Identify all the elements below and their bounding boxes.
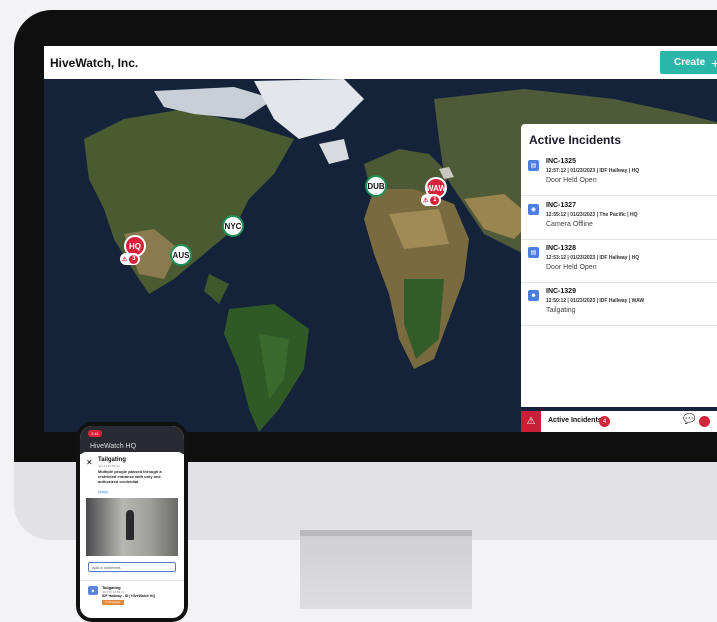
monitor-stand bbox=[300, 530, 472, 609]
alert-count: 1 bbox=[430, 195, 440, 205]
site-alert-waw[interactable]: ⚠ 1 bbox=[421, 194, 442, 206]
bottom-bar-label: Active Incidents bbox=[548, 417, 602, 424]
map-attribution: mapbox bbox=[44, 431, 70, 432]
incident-meta: 12:57:12 | 01/23/2023 | IDF Hallway | HQ bbox=[546, 168, 640, 174]
incident-id: INC-1327 bbox=[546, 202, 576, 209]
app-screen: HiveWatch, Inc. Create + HQ ⚠ 3 AUS NYC … bbox=[44, 46, 717, 432]
site-pin-dub[interactable]: DUB bbox=[365, 175, 387, 197]
camera-icon: ◉ bbox=[528, 204, 539, 215]
phone-screen: 2:41 HiveWatch HQ ✕ Tailgating Jan 23 12… bbox=[80, 426, 184, 618]
incident-type: Tailgating bbox=[546, 307, 576, 314]
incidents-bottom-bar[interactable]: ⚠ Active Incidents 4 💬 bbox=[521, 411, 717, 432]
create-label: Create bbox=[674, 57, 706, 68]
plus-icon: + bbox=[711, 54, 717, 71]
person-icon: ☻ bbox=[88, 586, 98, 595]
incident-type: Door Held Open bbox=[546, 177, 597, 184]
person-icon: ☻ bbox=[528, 290, 539, 301]
incident-type: Door Held Open bbox=[546, 264, 597, 271]
warning-icon: ⚠ bbox=[521, 411, 541, 432]
stand-shadow bbox=[300, 530, 472, 536]
site-code: DUB bbox=[367, 181, 385, 191]
top-bar: HiveWatch, Inc. Create + bbox=[44, 46, 717, 79]
sheet-date: Jan 23 12:50:12 bbox=[98, 464, 120, 468]
warning-icon: ⚠ bbox=[423, 197, 429, 204]
site-code: AUS bbox=[172, 250, 190, 260]
create-button[interactable]: Create + bbox=[660, 51, 717, 74]
incident-count-badge: 4 bbox=[599, 416, 610, 427]
panel-title: Active Incidents bbox=[529, 133, 622, 147]
divider bbox=[80, 580, 184, 581]
notification-dot bbox=[699, 416, 710, 427]
sheet-title: Tailgating bbox=[98, 457, 126, 463]
warning-icon: ⚠ bbox=[122, 256, 128, 263]
status-badge: In Progress bbox=[102, 600, 124, 605]
incident-row[interactable]: ▤ INC-1325 12:57:12 | 01/23/2023 | IDF H… bbox=[521, 155, 717, 196]
close-icon[interactable]: ✕ bbox=[86, 458, 93, 467]
site-pin-nyc[interactable]: NYC bbox=[222, 215, 244, 237]
alert-count: 3 bbox=[129, 254, 139, 264]
person-figure bbox=[126, 510, 134, 540]
site-code: WAW bbox=[426, 183, 446, 193]
incident-row[interactable]: ▤ INC-1328 12:53:12 | 01/23/2023 | IDF H… bbox=[521, 242, 717, 283]
site-alert-hq[interactable]: ⚠ 3 bbox=[120, 253, 141, 265]
site-pin-aus[interactable]: AUS bbox=[170, 244, 192, 266]
incident-meta: 12:50:12 | 01/23/2023 | IDF Hallway | WA… bbox=[546, 298, 645, 304]
incident-id: INC-1325 bbox=[546, 158, 576, 165]
site-code: NYC bbox=[224, 221, 242, 231]
camera-snapshot[interactable] bbox=[86, 498, 178, 556]
incident-row[interactable]: ☻ INC-1329 12:50:12 | 01/23/2023 | IDF H… bbox=[521, 285, 717, 326]
comment-input[interactable]: Add a comment... bbox=[88, 562, 176, 572]
incident-row[interactable]: ◉ INC-1327 12:55:12 | 01/23/2023 | The P… bbox=[521, 199, 717, 240]
chat-icon[interactable]: 💬 bbox=[683, 414, 695, 425]
site-code: HQ bbox=[129, 241, 141, 251]
sheet-description: Multiple people passed through a restric… bbox=[98, 469, 162, 484]
door-icon: ▤ bbox=[528, 160, 539, 171]
incident-id: INC-1328 bbox=[546, 245, 576, 252]
incident-detail-sheet: ✕ Tailgating Jan 23 12:50:12 Multiple pe… bbox=[80, 452, 184, 618]
phone: 2:41 HiveWatch HQ ✕ Tailgating Jan 23 12… bbox=[76, 422, 188, 622]
incident-id: INC-1329 bbox=[546, 288, 576, 295]
app-title: HiveWatch, Inc. bbox=[50, 56, 139, 70]
door-icon: ▤ bbox=[528, 247, 539, 258]
incident-meta: 12:53:12 | 01/23/2023 | IDF Hallway | HQ bbox=[546, 255, 640, 261]
monitor-bezel: HiveWatch, Inc. Create + HQ ⚠ 3 AUS NYC … bbox=[14, 10, 717, 462]
phone-time: 2:41 bbox=[88, 430, 102, 437]
incident-meta: 12:55:12 | 01/23/2023 | The Pacific | HQ bbox=[546, 212, 638, 218]
incident-type: Camera Offline bbox=[546, 221, 593, 228]
list-item-meta: IDF Hallway - ID | HiveWatch HQ bbox=[102, 594, 156, 598]
map-link[interactable]: (Map) bbox=[98, 489, 108, 494]
active-incidents-panel: Active Incidents ▤ INC-1325 12:57:12 | 0… bbox=[521, 124, 717, 407]
